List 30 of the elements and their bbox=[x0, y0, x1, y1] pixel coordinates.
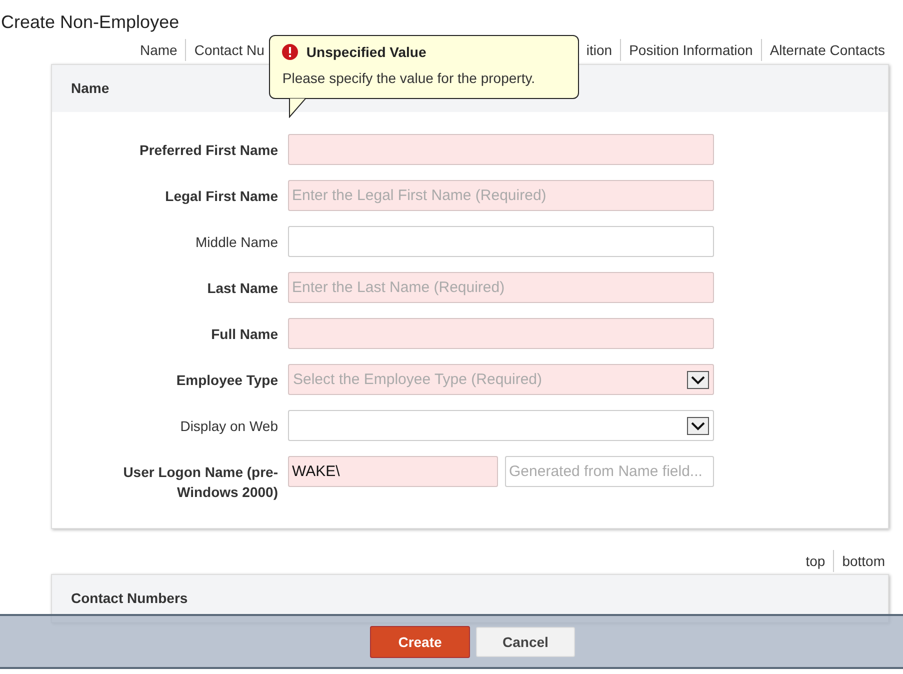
jump-link[interactable]: bottom bbox=[834, 550, 891, 572]
page-title: Create Non-Employee bbox=[0, 11, 180, 33]
tooltip-message: Please specify the value for the property. bbox=[282, 70, 536, 86]
input-field[interactable] bbox=[288, 318, 714, 349]
section-link[interactable]: Position Information bbox=[621, 39, 762, 61]
field-label: Preferred First Name bbox=[138, 141, 279, 160]
field-label: Employee Type bbox=[175, 371, 279, 390]
create-button[interactable]: Create bbox=[370, 626, 470, 658]
jump-link[interactable]: top bbox=[798, 550, 834, 572]
field-label: Legal First Name bbox=[164, 187, 279, 206]
input-field[interactable] bbox=[288, 226, 714, 257]
input-field[interactable] bbox=[288, 134, 714, 165]
dropdown-placeholder: Select the Employee Type (Required) bbox=[293, 371, 542, 388]
field-label: Display on Web bbox=[179, 417, 279, 436]
error-icon bbox=[282, 44, 298, 60]
section-link[interactable]: Alternate Contacts bbox=[762, 39, 891, 61]
tooltip-title: Unspecified Value bbox=[306, 44, 426, 60]
field-label: Last Name bbox=[206, 279, 279, 298]
field-label: User Logon Name (pre-Windows 2000) bbox=[122, 463, 279, 502]
dropdown-chevron-icon[interactable] bbox=[687, 370, 709, 388]
input-field[interactable]: Enter the Legal First Name (Required) bbox=[288, 180, 714, 211]
section-link[interactable]: Name bbox=[132, 39, 186, 61]
section-link[interactable]: ition bbox=[578, 39, 622, 61]
input-field[interactable]: Enter the Last Name (Required) bbox=[288, 272, 714, 303]
input-field[interactable]: Generated from Name field... bbox=[505, 456, 714, 487]
dropdown-chevron-icon[interactable] bbox=[687, 416, 709, 434]
input-field[interactable]: WAKE\ bbox=[288, 456, 498, 487]
cancel-button[interactable]: Cancel bbox=[476, 626, 575, 656]
field-label: Middle Name bbox=[194, 233, 279, 252]
field-label: Full Name bbox=[210, 325, 279, 344]
